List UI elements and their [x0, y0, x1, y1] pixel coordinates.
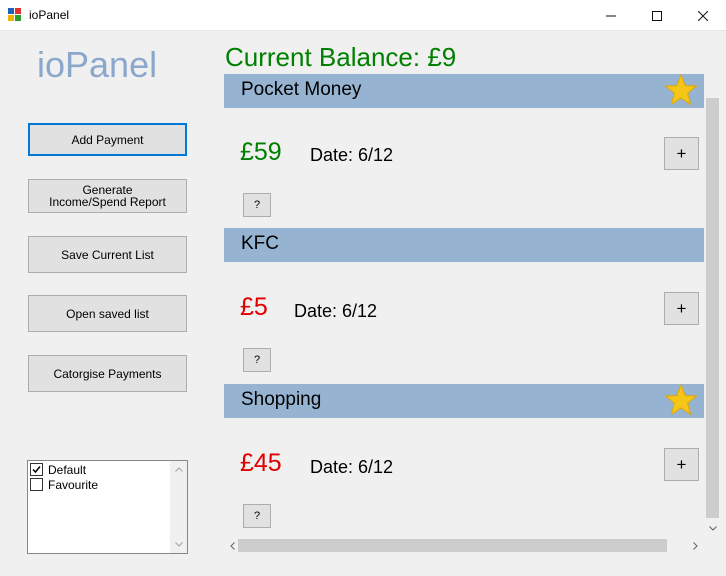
default-checkbox[interactable] [30, 463, 43, 476]
checkmark-icon [32, 466, 41, 474]
brand-title: ioPanel [37, 44, 158, 85]
maximize-button[interactable] [634, 0, 680, 31]
payment-info-button[interactable]: ? [243, 193, 271, 217]
payment-header: KFC [224, 228, 704, 262]
categorise-payments-button[interactable]: Catorgise Payments [28, 355, 187, 392]
scroll-up-button[interactable] [170, 461, 187, 478]
payment-header: Shopping [224, 384, 704, 418]
chevron-down-icon [174, 542, 183, 547]
chevron-right-icon [693, 541, 698, 550]
payment-info-button[interactable]: ? [243, 504, 271, 528]
horizontal-scrollbar[interactable] [224, 537, 704, 554]
category-default-item[interactable]: Default [30, 462, 86, 477]
maximize-icon [652, 10, 662, 21]
star-icon[interactable] [664, 384, 698, 418]
scroll-right-button[interactable] [687, 537, 704, 554]
payments-panel: Pocket Money £59 Date: 6/12 + ? KFC £5 D… [224, 74, 704, 540]
payment-name: KFC [241, 233, 279, 254]
vertical-scroll-thumb[interactable] [706, 98, 719, 518]
close-button[interactable] [680, 0, 726, 31]
app-window-icon [8, 8, 22, 22]
scroll-down-button[interactable] [704, 520, 721, 537]
minimize-button[interactable] [588, 0, 634, 31]
chevron-down-icon [708, 526, 717, 531]
scroll-down-button[interactable] [170, 536, 187, 553]
payment-date: Date: 6/12 [310, 145, 394, 165]
payment-amount: £59 [240, 138, 282, 166]
category-label: Favourite [48, 477, 99, 492]
payment-name: Pocket Money [241, 79, 362, 100]
title-bar[interactable]: ioPanel [0, 0, 726, 31]
vertical-scrollbar[interactable] [704, 94, 721, 540]
payment-header: Pocket Money [224, 74, 704, 108]
minimize-icon [606, 15, 616, 16]
chevron-left-icon [230, 541, 235, 550]
chevron-up-icon [174, 467, 183, 472]
payment-date: Date: 6/12 [294, 301, 378, 321]
generate-report-button[interactable]: Generate Income/Spend Report [28, 179, 187, 213]
payment-name: Shopping [241, 389, 322, 410]
add-to-payment-button[interactable]: + [664, 137, 699, 170]
window-title: ioPanel [29, 8, 70, 22]
category-label: Default [48, 462, 87, 477]
star-icon[interactable] [664, 74, 698, 108]
category-checklist[interactable]: Default Favourite [27, 460, 188, 554]
add-to-payment-button[interactable]: + [664, 292, 699, 325]
category-favourite-item[interactable]: Favourite [30, 477, 98, 492]
payment-amount: £5 [240, 293, 268, 321]
app-window: ioPanel ioPanel Add Payment Generate Inc… [0, 0, 726, 576]
checklist-scrollbar[interactable] [170, 461, 187, 553]
open-list-button[interactable]: Open saved list [28, 295, 187, 332]
favourite-checkbox[interactable] [30, 478, 43, 491]
payment-amount: £45 [240, 449, 282, 477]
payment-info-button[interactable]: ? [243, 348, 271, 372]
current-balance: Current Balance: £9 [225, 42, 457, 72]
payment-date: Date: 6/12 [310, 457, 394, 477]
save-list-button[interactable]: Save Current List [28, 236, 187, 273]
horizontal-scroll-thumb[interactable] [238, 539, 667, 552]
close-icon [698, 10, 708, 21]
add-to-payment-button[interactable]: + [664, 448, 699, 481]
add-payment-button[interactable]: Add Payment [28, 123, 187, 156]
